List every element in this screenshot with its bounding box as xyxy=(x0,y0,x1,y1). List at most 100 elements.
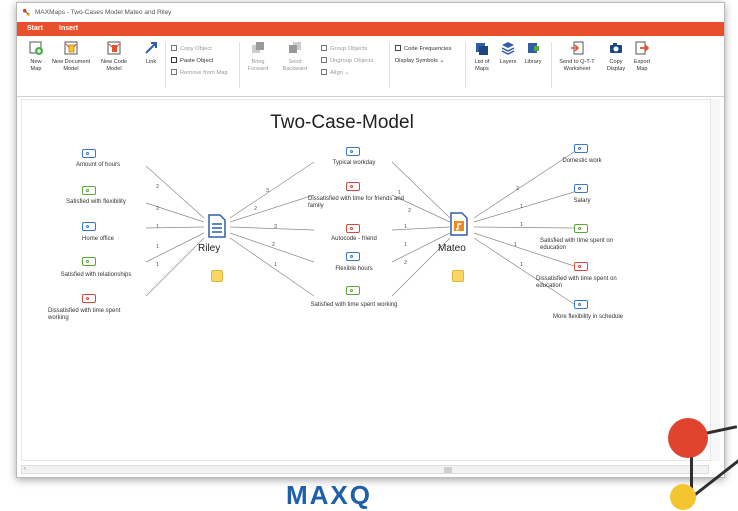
copy-object-label: Copy Object xyxy=(180,46,212,52)
link-line xyxy=(145,232,205,263)
memo-note-icon[interactable] xyxy=(211,270,223,282)
bring-forward-button[interactable]: Bring Forward xyxy=(243,40,273,73)
vertical-scrollbar[interactable] xyxy=(711,99,720,461)
send-to-qtt-button[interactable]: Send to Q-T-T Worksheet xyxy=(555,40,599,73)
bring-forward-label: Bring Forward xyxy=(247,59,269,72)
paste-icon xyxy=(171,57,177,63)
code-amount-of-hours-icon[interactable] xyxy=(82,149,96,158)
memo-note-icon[interactable] xyxy=(452,270,464,282)
code-label: Salary xyxy=(573,198,591,204)
layers-icon xyxy=(501,42,515,55)
code-frequencies-label: Code Frequencies xyxy=(404,46,452,52)
code-autocode-friend-icon[interactable] xyxy=(346,224,360,233)
send-to-qtt-label: Send to Q-T-T Worksheet xyxy=(559,59,595,72)
link-button[interactable]: Link xyxy=(141,40,161,66)
title-bar: MAXMaps - Two-Cases Model Mateo and Rile… xyxy=(17,3,724,22)
code-domestic-work-icon[interactable] xyxy=(574,144,588,153)
code-label: Dissatisfied with time spent working xyxy=(48,308,121,321)
ungroup-objects-label: Ungroup Objects xyxy=(330,58,374,64)
code-more-flexibility-icon[interactable] xyxy=(574,300,588,309)
horizontal-scrollbar[interactable]: ‹ xyxy=(21,465,709,474)
code-satisfied-education-icon[interactable] xyxy=(574,224,588,233)
code-flexible-hours-icon[interactable] xyxy=(346,252,360,261)
code-frequencies-icon xyxy=(395,45,401,51)
tab-start[interactable]: Start xyxy=(27,25,43,32)
link-weight: 1 xyxy=(520,262,524,268)
display-symbols-label: Display Symbols xyxy=(395,58,438,64)
ungroup-icon xyxy=(321,57,327,63)
list-of-maps-label: List of Maps xyxy=(474,59,490,72)
link-line xyxy=(145,237,205,297)
code-label: Satisfied with time spent on education xyxy=(540,238,614,251)
bring-forward-icon xyxy=(252,42,264,53)
code-model-icon xyxy=(107,41,121,55)
code-dissatisfied-education-icon[interactable] xyxy=(574,262,588,271)
link-weight: 1 xyxy=(404,224,408,230)
ungroup-objects-button[interactable]: Ungroup Objects xyxy=(321,57,374,64)
document-mateo-icon[interactable] xyxy=(450,212,468,236)
paste-object-label: Paste Object xyxy=(180,58,214,64)
align-dropdown[interactable]: Align ⌄ xyxy=(321,69,349,76)
remove-icon xyxy=(171,69,177,75)
group-objects-label: Group Objects xyxy=(330,46,368,52)
code-satisfied-flexibility-icon[interactable] xyxy=(82,186,96,195)
decorative-red-circle xyxy=(668,418,708,458)
link-line xyxy=(145,165,205,219)
code-dissatisfied-friends-family-icon[interactable] xyxy=(346,182,360,191)
send-backward-button[interactable]: Send Backward xyxy=(279,40,311,73)
ribbon-separator xyxy=(465,42,466,88)
code-label: Home office xyxy=(82,236,114,242)
link-weight: 1 xyxy=(520,204,524,210)
code-dissatisfied-working-icon[interactable] xyxy=(82,294,96,303)
link-line xyxy=(229,226,315,231)
library-label: Library xyxy=(524,59,542,65)
document-model-icon xyxy=(64,41,78,55)
link-line xyxy=(229,161,315,219)
link-weight: 1 xyxy=(274,262,278,268)
ribbon-toolbar: New Map New Document Model New Code Mode… xyxy=(17,36,724,97)
code-home-office-icon[interactable] xyxy=(82,222,96,231)
tab-insert[interactable]: Insert xyxy=(59,25,78,32)
copy-object-button[interactable]: Copy Object xyxy=(171,45,212,52)
export-map-button[interactable]: Export Map xyxy=(631,40,653,73)
scrollbar-thumb[interactable] xyxy=(444,467,452,473)
send-to-worksheet-icon xyxy=(571,41,584,55)
link-weight: 1 xyxy=(156,262,160,268)
document-mateo-label: Mateo xyxy=(438,243,466,254)
align-label: Align xyxy=(330,70,343,76)
new-code-model-button[interactable]: New Code Model xyxy=(97,40,131,73)
library-button[interactable]: Library xyxy=(521,40,545,66)
send-backward-icon xyxy=(289,42,301,53)
code-salary-icon[interactable] xyxy=(574,184,588,193)
export-icon xyxy=(635,41,650,55)
list-of-maps-icon xyxy=(476,43,488,55)
new-map-button[interactable]: New Map xyxy=(25,40,47,73)
code-frequencies-toggle[interactable]: Code Frequencies xyxy=(395,45,451,52)
camera-icon xyxy=(610,43,622,53)
group-objects-button[interactable]: Group Objects xyxy=(321,45,367,52)
code-label: Satisfied with relationships xyxy=(60,272,132,278)
list-of-maps-button[interactable]: List of Maps xyxy=(471,40,493,73)
copy-display-button[interactable]: Copy Display xyxy=(605,40,627,73)
ribbon-separator xyxy=(551,42,552,88)
layers-button[interactable]: Layers xyxy=(497,40,519,66)
new-document-model-button[interactable]: New Document Model xyxy=(51,40,91,73)
code-satisfied-relationships-icon[interactable] xyxy=(82,257,96,266)
map-canvas[interactable]: Two-Case-Model Amount of hours Satisfied… xyxy=(21,99,711,461)
remove-from-map-button[interactable]: Remove from Map xyxy=(171,69,228,76)
chevron-down-icon: ⌄ xyxy=(342,70,350,76)
new-code-model-label: New Code Model xyxy=(100,59,128,72)
link-line xyxy=(229,194,315,223)
send-backward-label: Send Backward xyxy=(282,59,308,72)
display-symbols-dropdown[interactable]: Display Symbols ⌄ xyxy=(395,58,444,64)
scroll-left-arrow-icon[interactable]: ‹ xyxy=(24,466,26,472)
code-typical-workday-icon[interactable] xyxy=(346,147,360,156)
link-weight: 1 xyxy=(520,222,524,228)
link-arrow-icon xyxy=(145,42,157,54)
link-weight: 1 xyxy=(156,244,160,250)
paste-object-button[interactable]: Paste Object xyxy=(171,57,213,64)
code-satisfied-time-working-icon[interactable] xyxy=(346,286,360,295)
link-label: Link xyxy=(145,59,157,65)
document-riley-icon[interactable] xyxy=(208,214,226,238)
layers-label: Layers xyxy=(499,59,517,65)
